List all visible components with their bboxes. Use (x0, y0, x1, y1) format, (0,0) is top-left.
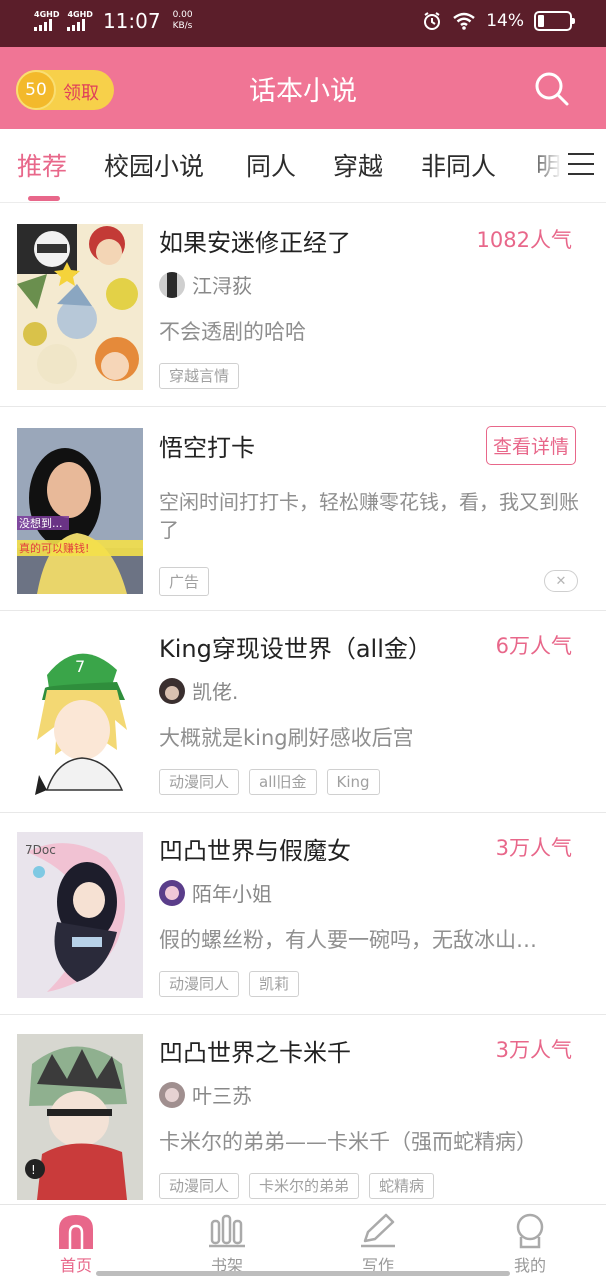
book-cover (17, 224, 143, 390)
book-cover: 7Doc (17, 832, 143, 998)
home-indicator[interactable] (96, 1271, 510, 1276)
clock: 11:07 (102, 9, 161, 33)
search-icon[interactable] (534, 71, 570, 107)
signal-icon-sim2: 4GHD (67, 10, 93, 31)
tab-recommend[interactable]: 推荐 (17, 147, 67, 183)
svg-text:7Doc: 7Doc (25, 843, 56, 857)
ad-image-caption-1: 没想到... (19, 516, 63, 530)
book-feed: 如果安迷修正经了 1082人气 江浔荻 不会透剧的哈哈 穿越言情 没想到... … (0, 204, 606, 1204)
tab-campus[interactable]: 校园小说 (104, 147, 204, 183)
sim2-label: 4GHD (67, 10, 93, 19)
nav-home[interactable]: 首页 (36, 1213, 116, 1276)
tag-list: 动漫同人 卡米尔的弟弟 蛇精病 (159, 1173, 435, 1199)
popularity-count: 3万人气 (495, 1038, 572, 1062)
author-row[interactable]: 陌年小姐 (159, 878, 272, 907)
author-name: 凯佬. (192, 680, 239, 704)
book-card[interactable]: 7 King穿现设世界（all金） 6万人气 凯佬. 大概就是king刷好感收后… (0, 610, 606, 813)
ad-description: 空闲时间打打卡，轻松赚零花钱，看，我又到账了 (159, 490, 579, 542)
book-title[interactable]: King穿现设世界（all金） (159, 629, 432, 664)
ad-badge: 广告 (159, 567, 210, 596)
nav-profile[interactable]: 我的 (490, 1213, 570, 1276)
author-name: 叶三苏 (192, 1084, 252, 1108)
alarm-icon (424, 12, 441, 30)
net-speed-unit: KB/s (172, 21, 193, 31)
tag[interactable]: 穿越言情 (159, 363, 240, 389)
tab-fanfic[interactable]: 同人 (246, 147, 296, 183)
tag[interactable]: all旧金 (249, 769, 317, 795)
book-card[interactable]: ! 凹凸世界之卡米千 3万人气 叶三苏 卡米尔的弟弟——卡米千（强而蛇精病） 动… (0, 1014, 606, 1204)
author-name: 陌年小姐 (192, 882, 272, 906)
book-title[interactable]: 如果安迷修正经了 (159, 223, 351, 258)
pen-icon (361, 1213, 395, 1248)
ad-image: 没想到... 真的可以赚钱! (17, 428, 143, 594)
view-details-button[interactable]: 查看详情 (485, 426, 576, 465)
net-speed-value: 0.00 (172, 10, 193, 20)
author-row[interactable]: 叶三苏 (159, 1080, 252, 1109)
book-card[interactable]: 如果安迷修正经了 1082人气 江浔荻 不会透剧的哈哈 穿越言情 (0, 204, 606, 407)
battery-percent: 14% (486, 11, 524, 31)
book-title[interactable]: 凹凸世界之卡米千 (159, 1033, 351, 1068)
tag[interactable]: 动漫同人 (159, 769, 240, 795)
profile-icon (516, 1213, 544, 1249)
battery-icon (534, 11, 575, 31)
book-description: 假的螺丝粉，有人要一碗吗，无敌冰山… (159, 928, 537, 952)
book-cover: 7 (17, 630, 143, 796)
avatar (159, 677, 185, 704)
svg-text:!: ! (31, 1163, 36, 1177)
tag-list: 动漫同人 凯莉 (159, 971, 300, 997)
status-bar: 4GHD 4GHD 11:07 0.00 KB/s 14% (0, 0, 606, 47)
app-header: 50 领取 话本小说 (0, 47, 606, 129)
app-title: 话本小说 (249, 76, 357, 107)
tag[interactable]: 动漫同人 (159, 1173, 240, 1199)
svg-text:7: 7 (75, 657, 85, 676)
avatar (159, 271, 185, 298)
book-description: 卡米尔的弟弟——卡米千（强而蛇精病） (159, 1130, 537, 1154)
tab-time-travel[interactable]: 穿越 (333, 147, 383, 183)
close-icon[interactable]: ✕ (544, 570, 578, 592)
net-speed: 0.00 KB/s (173, 10, 193, 32)
bottom-nav: 首页 书架 写作 我的 (0, 1204, 606, 1280)
author-row[interactable]: 江浔荻 (159, 270, 252, 299)
active-tab-indicator (28, 196, 60, 201)
ad-title[interactable]: 悟空打卡 (159, 428, 255, 463)
ad-image-caption-2: 真的可以赚钱! (19, 541, 89, 555)
tab-non-fanfic[interactable]: 非同人 (421, 147, 496, 183)
nav-write[interactable]: 写作 (338, 1213, 418, 1276)
book-cover: ! (17, 1034, 143, 1200)
tag[interactable]: King (326, 769, 380, 795)
popularity-count: 1082人气 (476, 228, 572, 252)
popularity-count: 6万人气 (495, 634, 572, 658)
tag[interactable]: 凯莉 (249, 971, 300, 997)
bookshelf-icon (209, 1214, 245, 1248)
category-tabs: 推荐 校园小说 同人 穿越 非同人 明 (0, 129, 606, 203)
tag-list: 穿越言情 (159, 363, 240, 389)
ad-card[interactable]: 没想到... 真的可以赚钱! 悟空打卡 查看详情 空闲时间打打卡，轻松赚零花钱，… (0, 408, 606, 611)
tag[interactable]: 动漫同人 (159, 971, 240, 997)
author-row[interactable]: 凯佬. (159, 676, 238, 705)
popularity-count: 3万人气 (495, 836, 572, 860)
signal-icon-sim1: 4GHD (34, 11, 59, 31)
menu-icon[interactable] (566, 151, 596, 177)
book-description: 大概就是king刷好感收后宫 (159, 726, 414, 750)
author-name: 江浔荻 (192, 274, 252, 298)
wifi-icon (453, 12, 475, 30)
nav-bookshelf[interactable]: 书架 (187, 1213, 267, 1276)
book-card[interactable]: 7Doc 凹凸世界与假魔女 3万人气 陌年小姐 假的螺丝粉，有人要一碗吗，无敌冰… (0, 812, 606, 1015)
avatar (159, 1081, 185, 1108)
sim1-label: 4GHD (34, 10, 60, 19)
tag[interactable]: 卡米尔的弟弟 (249, 1173, 360, 1199)
book-title[interactable]: 凹凸世界与假魔女 (159, 831, 351, 866)
tag-list: 动漫同人 all旧金 King (159, 769, 380, 795)
tag[interactable]: 蛇精病 (369, 1173, 435, 1199)
home-icon (59, 1215, 93, 1249)
avatar (159, 879, 185, 906)
book-description: 不会透剧的哈哈 (159, 320, 306, 344)
